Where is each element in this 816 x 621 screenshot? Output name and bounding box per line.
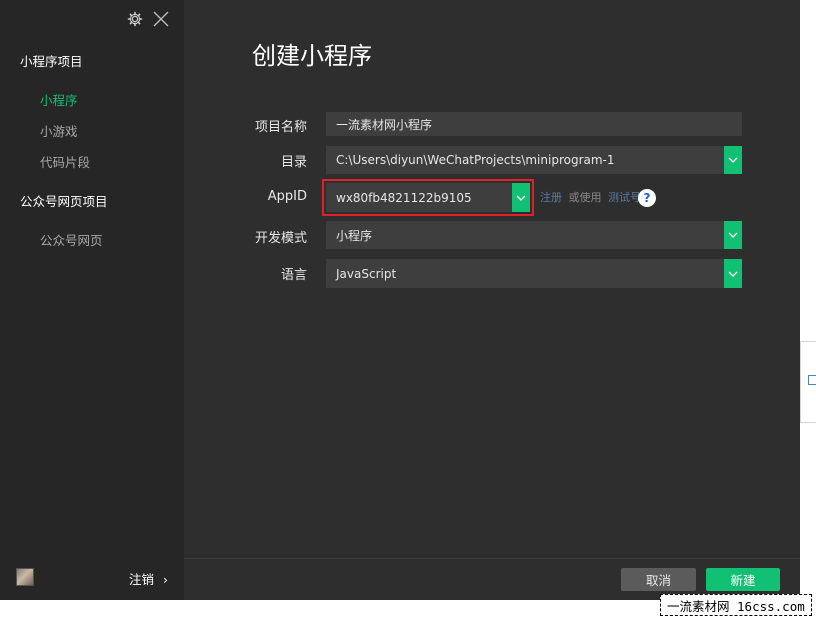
sidebar-footer: 注销 ›	[0, 556, 184, 600]
create-miniprogram-window: 小程序项目 小程序 小游戏 代码片段 公众号网页项目 公众号网页 注销 › 创建…	[0, 0, 800, 600]
background-window-edge	[800, 341, 816, 423]
sidebar-item-official-account-web[interactable]: 公众号网页	[40, 230, 103, 249]
appid-highlight-box	[322, 179, 534, 216]
sidebar-item-miniprogram[interactable]: 小程序	[40, 90, 78, 109]
logout-label: 注销	[129, 572, 155, 587]
chevron-down-icon	[728, 157, 738, 163]
project-name-label: 项目名称	[254, 120, 307, 135]
chevron-down-icon	[728, 271, 738, 277]
language-label: 语言	[280, 268, 307, 283]
logout-button[interactable]: 注销 ›	[129, 569, 168, 588]
close-icon[interactable]	[152, 10, 170, 28]
or-use-text: 或使用	[568, 191, 602, 204]
calendar-icon	[808, 375, 816, 385]
sidebar-group-official-account: 公众号网页项目	[20, 194, 108, 209]
register-link[interactable]: 注册	[540, 191, 562, 204]
sidebar-group-miniprogram: 小程序项目	[20, 54, 83, 69]
avatar[interactable]	[16, 568, 34, 586]
sidebar: 小程序项目 小程序 小游戏 代码片段 公众号网页项目 公众号网页 注销 ›	[0, 0, 184, 600]
sidebar-item-minigame[interactable]: 小游戏	[40, 121, 78, 140]
dev-mode-select[interactable]: 小程序	[326, 221, 742, 249]
chevron-down-icon	[728, 232, 738, 238]
language-dropdown-button[interactable]	[724, 259, 742, 288]
appid-label: AppID	[267, 189, 307, 204]
dev-mode-dropdown-button[interactable]	[724, 221, 742, 249]
dev-mode-label: 开发模式	[254, 231, 307, 246]
test-account-link[interactable]: 测试号	[608, 191, 641, 204]
project-name-field[interactable]	[326, 112, 742, 136]
sidebar-item-code-snippet[interactable]: 代码片段	[40, 152, 90, 171]
watermark: 一流素材网 16css.com	[660, 594, 812, 616]
create-button[interactable]: 新建	[706, 568, 780, 591]
cancel-button[interactable]: 取消	[621, 568, 696, 591]
directory-dropdown-button[interactable]	[724, 146, 742, 174]
help-icon[interactable]: ?	[638, 189, 656, 207]
page-title: 创建小程序	[252, 42, 372, 70]
chevron-right-icon: ›	[163, 572, 168, 587]
language-select[interactable]: JavaScript	[326, 259, 742, 288]
directory-select[interactable]: C:\Users\diyun\WeChatProjects\miniprogra…	[326, 146, 742, 174]
directory-label: 目录	[280, 155, 307, 170]
language-value: JavaScript	[336, 266, 397, 281]
appid-links: 注册 或使用 测试号	[540, 189, 641, 205]
directory-value: C:\Users\diyun\WeChatProjects\miniprogra…	[336, 153, 615, 167]
dev-mode-value: 小程序	[336, 228, 373, 243]
project-name-input[interactable]	[336, 117, 742, 131]
gear-icon[interactable]	[126, 10, 144, 28]
